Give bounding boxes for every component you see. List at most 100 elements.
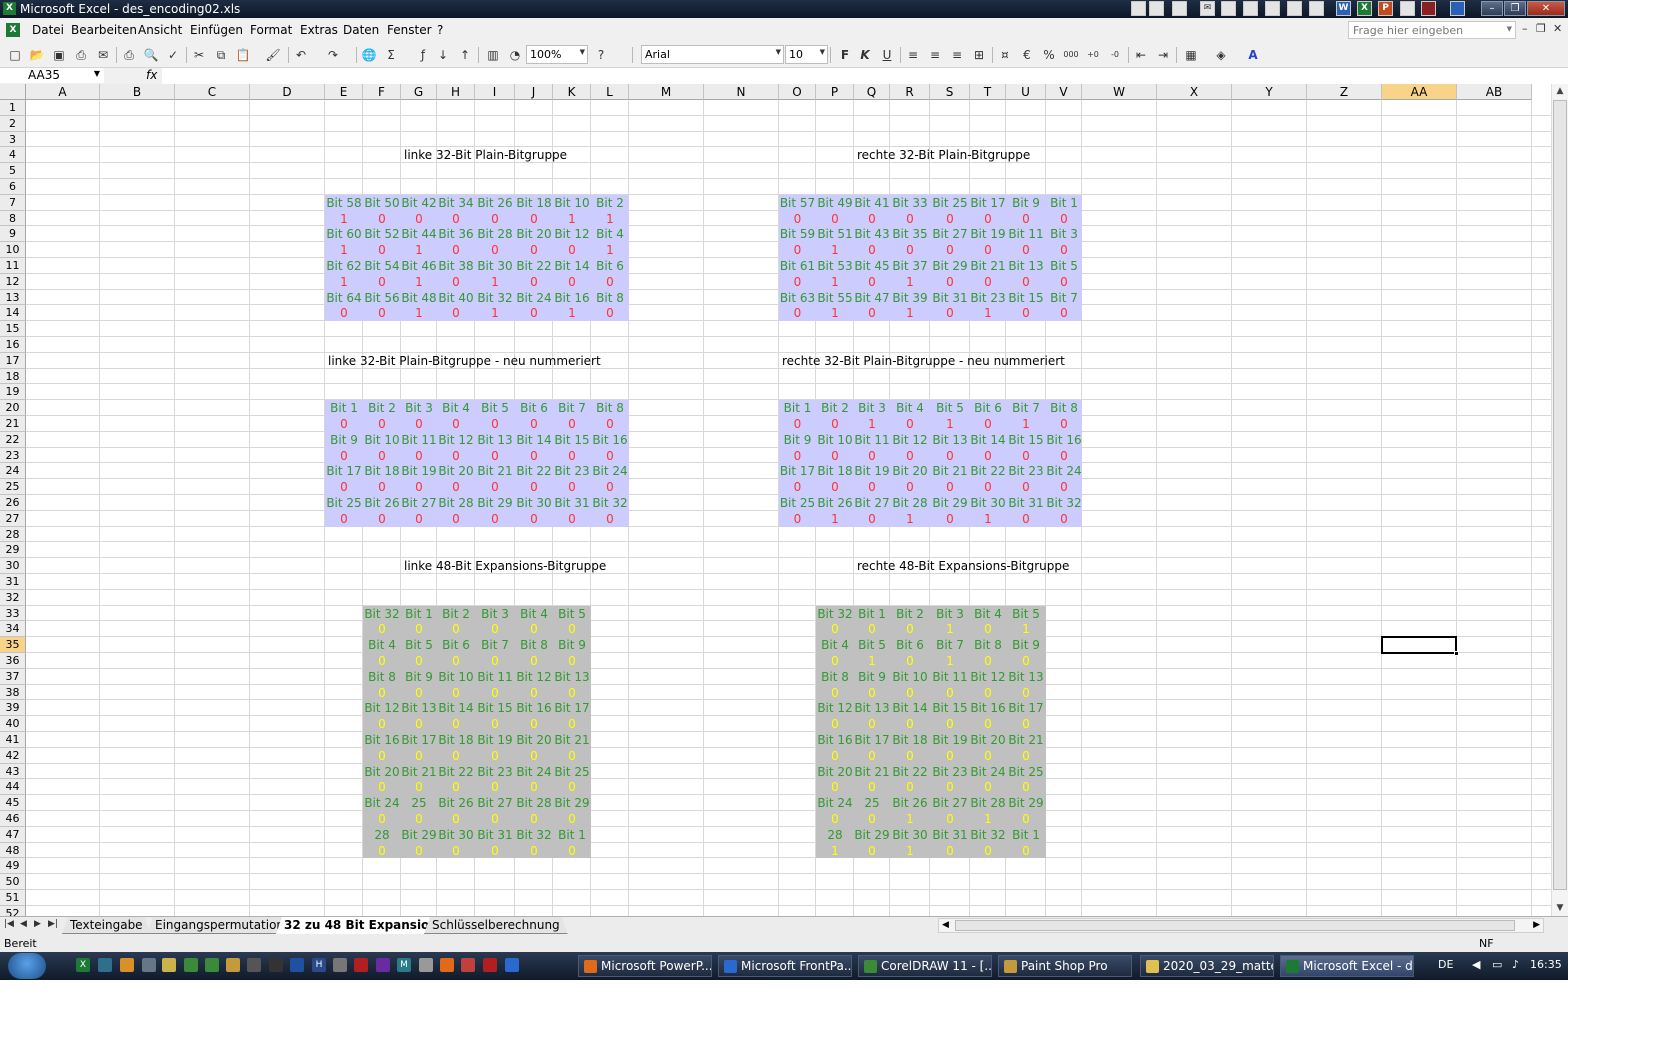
bit-value-cell[interactable]: 1 <box>401 305 437 321</box>
bit-label-cell[interactable]: Bit 61 <box>779 258 816 274</box>
bit-value-cell[interactable]: 0 <box>401 811 437 827</box>
bit-value-cell[interactable]: 0 <box>437 748 475 764</box>
row-header[interactable]: 32 <box>0 589 26 606</box>
bit-value-cell[interactable]: 0 <box>930 479 970 495</box>
bit-value-cell[interactable]: 1 <box>591 211 629 227</box>
bit-label-cell[interactable]: Bit 31 <box>475 827 515 843</box>
bit-label-cell[interactable]: Bit 21 <box>401 764 437 780</box>
column-header[interactable]: X <box>1157 84 1232 100</box>
bit-value-cell[interactable]: 1 <box>816 274 854 290</box>
bit-label-cell[interactable]: Bit 20 <box>515 732 553 748</box>
bold-icon[interactable]: F <box>836 46 854 64</box>
bit-label-cell[interactable]: Bit 62 <box>325 258 363 274</box>
bit-value-cell[interactable]: 0 <box>553 811 591 827</box>
bit-label-cell[interactable]: Bit 32 <box>970 827 1006 843</box>
bit-label-cell[interactable]: Bit 31 <box>553 495 591 511</box>
increase-indent-icon[interactable]: ⇥ <box>1154 46 1172 64</box>
row-header[interactable]: 22 <box>0 431 26 448</box>
task-coreldraw[interactable]: CorelDRAW 11 - [... <box>858 955 992 977</box>
bit-label-cell[interactable]: Bit 53 <box>816 258 854 274</box>
insert-function-icon[interactable]: fx <box>146 68 157 82</box>
bit-value-cell[interactable]: 0 <box>1046 242 1082 258</box>
bit-value-cell[interactable]: 0 <box>970 242 1006 258</box>
next-sheet-button[interactable]: ▶ <box>34 919 41 929</box>
bit-label-cell[interactable]: Bit 4 <box>515 606 553 622</box>
bit-value-cell[interactable]: 1 <box>854 653 890 669</box>
bit-value-cell[interactable]: 0 <box>475 211 515 227</box>
bit-label-cell[interactable]: Bit 9 <box>553 637 591 653</box>
bit-value-cell[interactable]: 0 <box>437 779 475 795</box>
increase-decimal-icon[interactable]: +0 <box>1084 46 1102 64</box>
bit-value-cell[interactable]: 0 <box>1046 211 1082 227</box>
row-header[interactable]: 20 <box>0 400 26 416</box>
bit-label-cell[interactable]: Bit 17 <box>401 732 437 748</box>
currency-style-icon[interactable]: ¤ <box>996 46 1014 64</box>
row-header[interactable]: 7 <box>0 194 26 211</box>
bit-value-cell[interactable]: 0 <box>363 843 401 859</box>
bit-label-cell[interactable]: Bit 29 <box>401 827 437 843</box>
row-header[interactable]: 24 <box>0 463 26 480</box>
bit-label-cell[interactable]: Bit 30 <box>970 495 1006 511</box>
bit-value-cell[interactable]: 0 <box>363 685 401 701</box>
bit-value-cell[interactable]: 0 <box>591 448 629 464</box>
bit-label-cell[interactable]: Bit 26 <box>437 795 475 811</box>
scroll-down-button[interactable]: ▼ <box>1552 901 1568 916</box>
bit-value-cell[interactable]: 0 <box>1046 416 1082 432</box>
bit-label-cell[interactable]: Bit 13 <box>930 432 970 448</box>
tray-app-icon[interactable] <box>1265 1 1280 16</box>
bit-label-cell[interactable]: Bit 32 <box>475 290 515 306</box>
bit-value-cell[interactable]: 0 <box>970 653 1006 669</box>
bit-value-cell[interactable]: 0 <box>437 843 475 859</box>
bit-label-cell[interactable]: Bit 17 <box>779 463 816 479</box>
bit-label-cell[interactable]: Bit 64 <box>325 290 363 306</box>
bit-value-cell[interactable]: 0 <box>854 685 890 701</box>
bit-value-cell[interactable]: 0 <box>515 843 553 859</box>
tray-app-icon[interactable] <box>1287 1 1302 16</box>
bit-label-cell[interactable]: Bit 19 <box>854 463 890 479</box>
menu-bearbeiten[interactable]: Bearbeiten <box>71 23 137 37</box>
bit-label-cell[interactable]: Bit 5 <box>930 400 970 416</box>
bit-value-cell[interactable]: 0 <box>930 211 970 227</box>
worksheet-grid[interactable]: A B C D E F G H I J K L M N O P Q R S T U V W X Y Z AA AB 123456789… <box>0 84 1551 916</box>
bit-value-cell[interactable]: 0 <box>591 274 629 290</box>
bit-value-cell[interactable]: 0 <box>816 621 854 637</box>
bit-value-cell[interactable]: 0 <box>437 511 475 527</box>
bit-value-cell[interactable]: 0 <box>970 843 1006 859</box>
sheet-tab-texteingabe[interactable]: Texteingabe <box>62 917 151 934</box>
row-header[interactable]: 1 <box>0 100 26 116</box>
bit-value-cell[interactable]: 0 <box>515 653 553 669</box>
column-header[interactable]: F <box>363 84 401 100</box>
tray-app-icon[interactable] <box>1149 1 1164 16</box>
quicklaunch-cmd-icon[interactable] <box>269 958 283 972</box>
bit-label-cell[interactable]: Bit 9 <box>1006 637 1046 653</box>
paste-icon[interactable]: 📋 <box>234 46 252 64</box>
bit-label-cell[interactable]: Bit 54 <box>363 258 401 274</box>
cut-icon[interactable]: ✂ <box>190 46 208 64</box>
row-header[interactable]: 49 <box>0 858 26 875</box>
bit-label-cell[interactable]: Bit 14 <box>890 700 930 716</box>
mail-icon[interactable]: ✉ <box>1200 1 1215 16</box>
bit-value-cell[interactable]: 1 <box>930 416 970 432</box>
bit-value-cell[interactable]: 0 <box>1046 305 1082 321</box>
bit-value-cell[interactable]: 0 <box>553 779 591 795</box>
bit-label-cell[interactable]: Bit 21 <box>930 463 970 479</box>
bit-value-cell[interactable]: 0 <box>401 621 437 637</box>
bit-label-cell[interactable]: Bit 22 <box>437 764 475 780</box>
vertical-scrollbar[interactable]: ▲ ▼ <box>1551 84 1568 916</box>
name-box[interactable]: AA35 ▼ <box>0 68 104 83</box>
task-paintshop[interactable]: Paint Shop Pro <box>998 955 1132 977</box>
row-header[interactable]: 30 <box>0 558 26 574</box>
bit-label-cell[interactable]: Bit 25 <box>325 495 363 511</box>
bit-label-cell[interactable]: Bit 18 <box>363 463 401 479</box>
sort-asc-icon[interactable]: ↓ <box>434 46 452 64</box>
menu-daten[interactable]: Daten <box>343 23 379 37</box>
heading-right-expansion[interactable]: rechte 48-Bit Expansions-Bitgruppe <box>857 558 1069 574</box>
bit-value-cell[interactable]: 1 <box>816 242 854 258</box>
bit-label-cell[interactable]: Bit 6 <box>970 400 1006 416</box>
bit-label-cell[interactable]: Bit 6 <box>437 637 475 653</box>
bit-label-cell[interactable]: Bit 60 <box>325 226 363 242</box>
quicklaunch-app-icon[interactable] <box>226 958 240 972</box>
decrease-decimal-icon[interactable]: -0 <box>1106 46 1124 64</box>
bit-label-cell[interactable]: Bit 18 <box>437 732 475 748</box>
prev-sheet-button[interactable]: ◀ <box>20 919 27 929</box>
